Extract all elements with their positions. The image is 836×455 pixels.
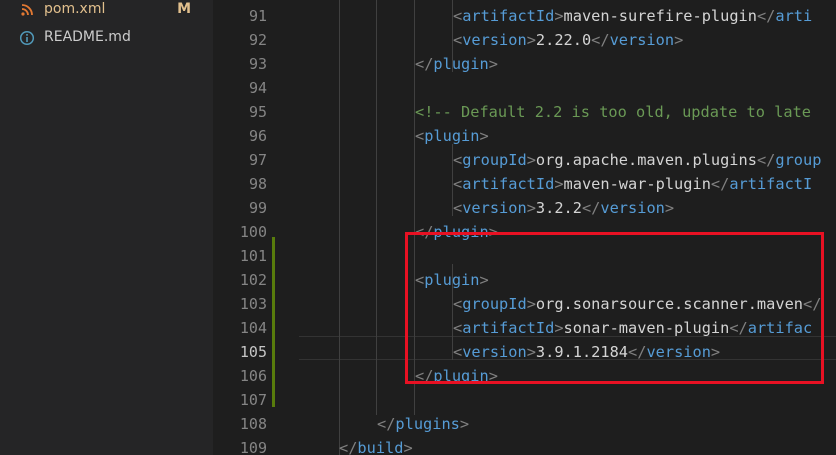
bracket: </ [756, 7, 776, 25]
line-number: 94 [248, 79, 267, 97]
line-number: 103 [239, 295, 267, 313]
tag-name: plugin [433, 55, 489, 73]
line-number: 107 [239, 391, 267, 409]
rss-icon [19, 2, 35, 18]
xml-comment: <!-- Default 2.2 is too old, update to l… [415, 103, 812, 121]
code-line: <version>3.2.2</version> [453, 196, 674, 220]
bracket: > [554, 7, 564, 25]
bracket: </ [756, 151, 776, 169]
bracket: </ [339, 439, 358, 455]
bracket: > [526, 199, 536, 217]
bracket: > [459, 415, 470, 433]
code-line: <artifactId>maven-surefire-plugin</arti [453, 4, 812, 28]
bracket: < [453, 7, 463, 25]
bracket: > [403, 439, 413, 455]
modified-badge: M [177, 1, 191, 17]
bracket: </ [377, 415, 396, 433]
tag-name: build [357, 439, 404, 455]
line-number: 98 [248, 175, 267, 193]
bracket: < [415, 127, 425, 145]
indent-guide [376, 0, 377, 415]
file-item-readme-md[interactable]: README.md [0, 27, 213, 51]
code-line: </build> [339, 436, 413, 455]
line-number: 109 [239, 439, 267, 455]
text-content: maven-surefire-plugin [563, 7, 757, 25]
line-number: 101 [239, 247, 267, 265]
text-content: maven-war-plugin [563, 175, 711, 193]
bracket: < [453, 199, 463, 217]
code-editor[interactable]: 91 92 93 94 95 96 97 98 99 100 101 102 1… [213, 0, 836, 455]
tag-name: plugin [424, 127, 480, 145]
line-number: 97 [248, 151, 267, 169]
bracket: > [554, 175, 564, 193]
line-number: 106 [239, 367, 267, 385]
tag-name: version [462, 199, 527, 217]
file-name: pom.xml [44, 1, 106, 17]
bracket: </ [581, 199, 601, 217]
line-number: 99 [248, 199, 267, 217]
tag-name: arti [775, 7, 813, 25]
file-item-pom-xml[interactable]: pom.xml M [0, 0, 213, 23]
line-number: 92 [248, 31, 267, 49]
bracket: </ [710, 175, 730, 193]
tag-name: group [775, 151, 822, 169]
bracket: > [526, 31, 536, 49]
code-line: </plugin> [415, 52, 498, 76]
bracket: > [664, 199, 675, 217]
tag-name: version [609, 31, 675, 49]
line-number: 93 [248, 55, 267, 73]
bracket: < [453, 31, 463, 49]
tag-name: version [600, 199, 665, 217]
line-number: 100 [239, 223, 267, 241]
code-line: <plugin> [415, 124, 489, 148]
line-number-active: 105 [239, 343, 267, 361]
text-content: 3.2.2 [535, 199, 582, 217]
bracket: > [479, 127, 489, 145]
bracket: < [453, 151, 463, 169]
line-number: 102 [239, 271, 267, 289]
code-line: <version>2.22.0</version> [453, 28, 683, 52]
tag-name: artifactI [729, 175, 813, 193]
line-number: 91 [248, 7, 267, 25]
bracket: > [488, 55, 498, 73]
code-line: </plugins> [377, 412, 469, 436]
line-number: 96 [248, 127, 267, 145]
tag-name: version [462, 31, 527, 49]
bracket: </ [415, 55, 434, 73]
annotation-highlight-box [405, 232, 824, 384]
info-icon [19, 30, 35, 46]
explorer-sidebar: pom.xml M README.md [0, 0, 213, 455]
text-content: 2.22.0 [535, 31, 592, 49]
text-content: org.apache.maven.plugins [535, 151, 757, 169]
bracket: > [674, 31, 684, 49]
bracket: </ [591, 31, 610, 49]
indent-guide [339, 0, 340, 455]
tag-name: artifactId [462, 175, 555, 193]
file-name: README.md [44, 29, 131, 45]
line-number: 104 [239, 319, 267, 337]
bracket: > [526, 151, 536, 169]
tag-name: groupId [462, 151, 527, 169]
line-number: 95 [248, 103, 267, 121]
modified-gutter-bar [272, 237, 275, 407]
bracket: < [453, 175, 463, 193]
line-number: 108 [239, 415, 267, 433]
code-line: <groupId>org.apache.maven.plugins</group [453, 148, 821, 172]
tag-name: plugins [395, 415, 460, 433]
tag-name: artifactId [462, 7, 555, 25]
code-line: <artifactId>maven-war-plugin</artifactI [453, 172, 812, 196]
